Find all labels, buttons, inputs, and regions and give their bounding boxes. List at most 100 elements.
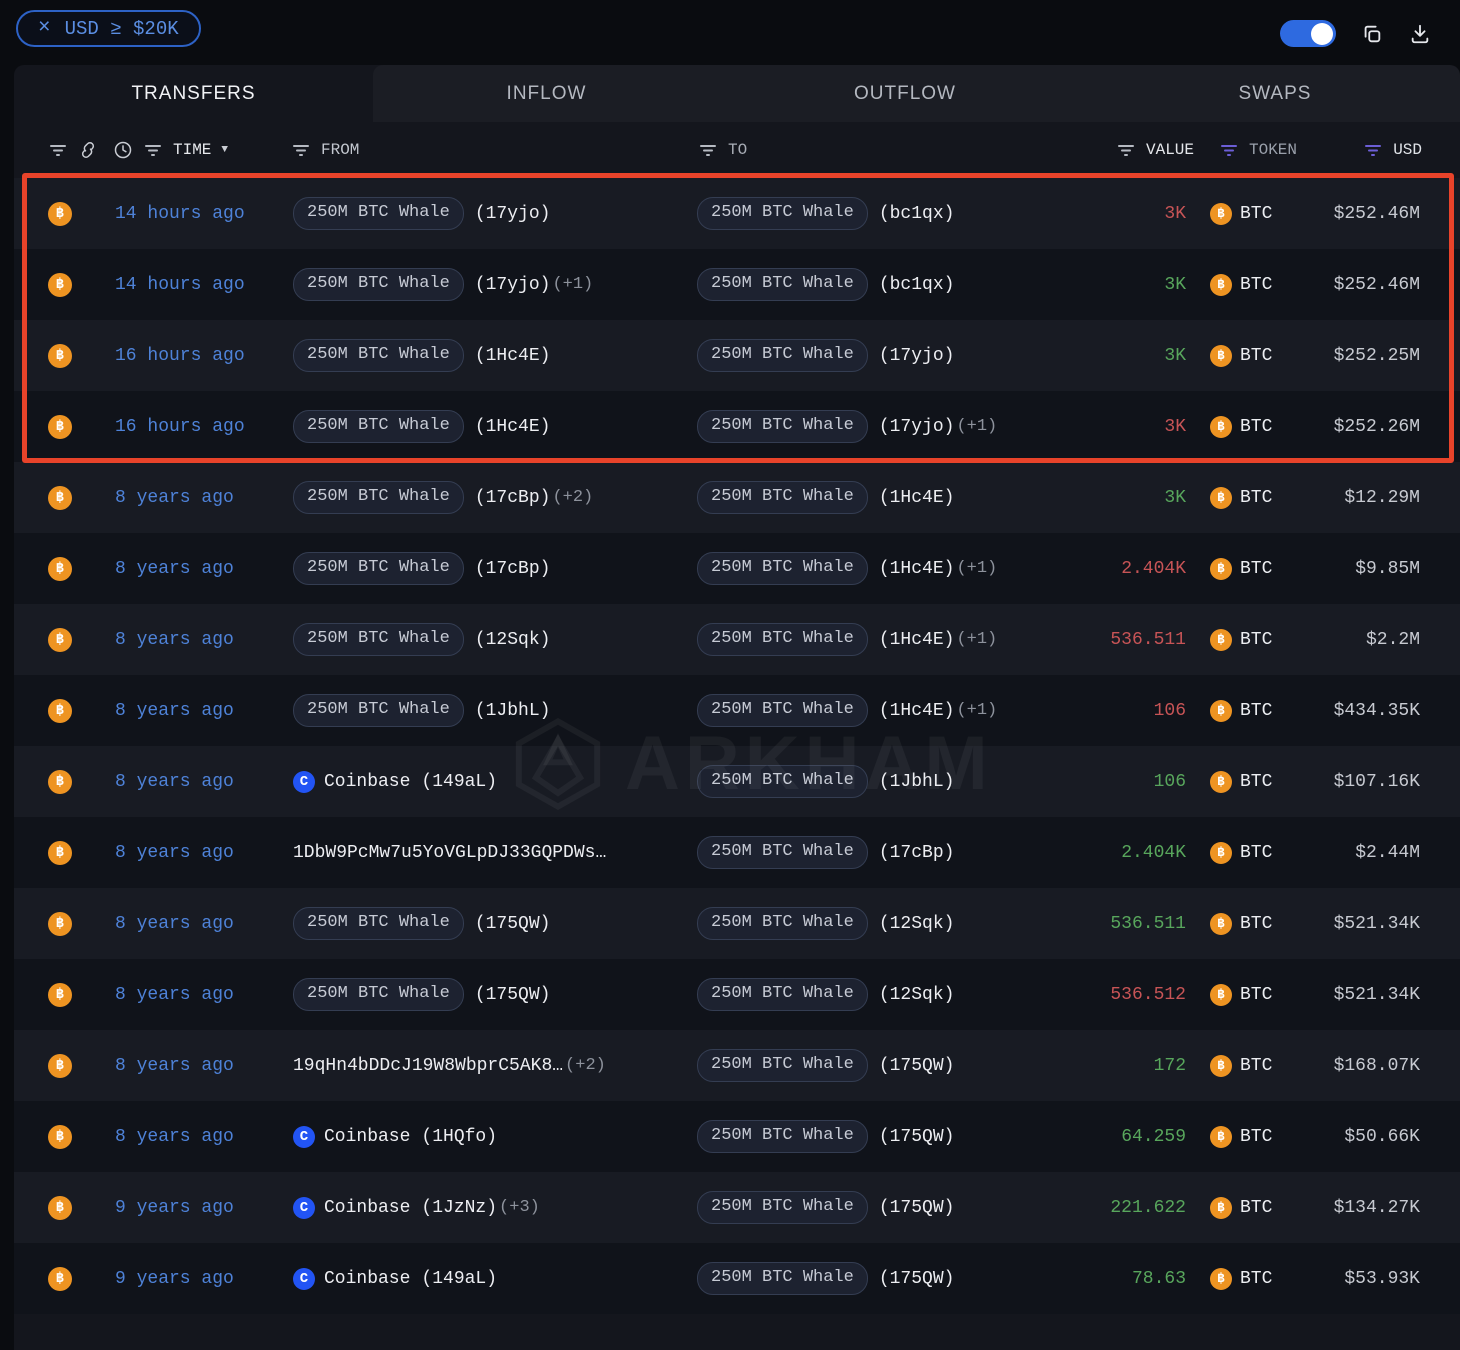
copy-icon[interactable] <box>1360 22 1384 46</box>
transfer-time-link[interactable]: 8 years ago <box>72 1056 293 1076</box>
table-row[interactable]: ฿8 years agoCCoinbase(149aL)250M BTC Wha… <box>14 746 1460 817</box>
address-link[interactable]: (175QW) <box>879 1198 955 1218</box>
filter-icon[interactable] <box>48 140 68 160</box>
address-link[interactable]: (1Hc4E) <box>879 630 955 650</box>
entity-pill[interactable]: 250M BTC Whale <box>293 552 464 584</box>
table-row[interactable]: ฿8 years ago19qHn4bDDcJ19W8WbprC5AK8…(+2… <box>14 1030 1460 1101</box>
transfer-time-link[interactable]: 14 hours ago <box>72 275 293 295</box>
entity-pill[interactable]: 250M BTC Whale <box>697 1049 868 1081</box>
transfer-time-link[interactable]: 8 years ago <box>72 914 293 934</box>
transfer-time-link[interactable]: 9 years ago <box>72 1198 293 1218</box>
entity-pill[interactable]: 250M BTC Whale <box>697 623 868 655</box>
address-link[interactable]: (12Sqk) <box>879 985 955 1005</box>
transfer-time-link[interactable]: 8 years ago <box>72 1127 293 1147</box>
entity-label[interactable]: Coinbase <box>324 1127 410 1147</box>
address-link[interactable]: (1JbhL) <box>879 772 955 792</box>
address-link[interactable]: (175QW) <box>879 1056 955 1076</box>
column-header-time[interactable]: TIME <box>173 141 211 159</box>
usd-filter-chip[interactable]: × USD ≥ $20K <box>16 10 201 47</box>
entity-label[interactable]: Coinbase <box>324 1198 410 1218</box>
entity-pill[interactable]: 250M BTC Whale <box>293 907 464 939</box>
address-link[interactable]: (bc1qx) <box>879 204 955 224</box>
transfer-time-link[interactable]: 16 hours ago <box>72 417 293 437</box>
address-link[interactable]: (149aL) <box>421 1269 497 1289</box>
chip-close-icon[interactable]: × <box>38 18 51 39</box>
clock-icon[interactable] <box>113 140 133 160</box>
address-link[interactable]: (1JzNz) <box>421 1198 497 1218</box>
column-header-usd[interactable]: USD <box>1393 141 1422 159</box>
table-row[interactable]: ฿8 years ago1DbW9PcMw7u5YoVGLpDJ33GQPDWs… <box>14 817 1460 888</box>
tab-inflow[interactable]: INFLOW <box>373 65 720 122</box>
filter-icon[interactable] <box>1219 140 1239 160</box>
address-link[interactable]: (175QW) <box>475 985 551 1005</box>
transfer-time-link[interactable]: 8 years ago <box>72 488 293 508</box>
address-link[interactable]: (175QW) <box>879 1269 955 1289</box>
column-header-to[interactable]: TO <box>728 141 747 159</box>
transfer-time-link[interactable]: 8 years ago <box>72 772 293 792</box>
address-link[interactable]: (bc1qx) <box>879 275 955 295</box>
address-link[interactable]: (175QW) <box>475 914 551 934</box>
address-link[interactable]: (1HQfo) <box>421 1127 497 1147</box>
column-header-value[interactable]: VALUE <box>1146 141 1194 159</box>
address-link[interactable]: (1Hc4E) <box>475 417 551 437</box>
transfer-time-link[interactable]: 8 years ago <box>72 559 293 579</box>
entity-pill[interactable]: 250M BTC Whale <box>293 268 464 300</box>
table-row[interactable]: ฿16 hours ago250M BTC Whale(1Hc4E)250M B… <box>14 320 1460 391</box>
table-row[interactable]: ฿8 years ago250M BTC Whale(17cBp)(+2)250… <box>14 462 1460 533</box>
address-link[interactable]: (1Hc4E) <box>475 346 551 366</box>
entity-pill[interactable]: 250M BTC Whale <box>697 694 868 726</box>
table-row[interactable]: ฿8 years ago250M BTC Whale(175QW)250M BT… <box>14 959 1460 1030</box>
entity-pill[interactable]: 250M BTC Whale <box>697 1120 868 1152</box>
view-toggle[interactable] <box>1280 20 1336 47</box>
table-row[interactable]: ฿8 years ago250M BTC Whale(1JbhL)250M BT… <box>14 675 1460 746</box>
raw-address[interactable]: 1DbW9PcMw7u5YoVGLpDJ33GQPDWs… <box>293 843 606 863</box>
address-link[interactable]: (17yjo) <box>879 346 955 366</box>
entity-pill[interactable]: 250M BTC Whale <box>697 552 868 584</box>
entity-pill[interactable]: 250M BTC Whale <box>697 197 868 229</box>
filter-icon[interactable] <box>291 140 311 160</box>
entity-pill[interactable]: 250M BTC Whale <box>293 978 464 1010</box>
address-link[interactable]: (17yjo) <box>475 204 551 224</box>
table-row[interactable]: ฿9 years agoCCoinbase(149aL)250M BTC Wha… <box>14 1243 1460 1314</box>
download-icon[interactable] <box>1408 22 1432 46</box>
entity-pill[interactable]: 250M BTC Whale <box>293 197 464 229</box>
entity-pill[interactable]: 250M BTC Whale <box>697 481 868 513</box>
tab-transfers[interactable]: TRANSFERS <box>14 65 373 122</box>
address-link[interactable]: (1Hc4E) <box>879 701 955 721</box>
entity-pill[interactable]: 250M BTC Whale <box>697 410 868 442</box>
entity-pill[interactable]: 250M BTC Whale <box>293 694 464 726</box>
filter-icon[interactable] <box>698 140 718 160</box>
entity-pill[interactable]: 250M BTC Whale <box>697 836 868 868</box>
address-link[interactable]: (17yjo) <box>879 417 955 437</box>
address-link[interactable]: (149aL) <box>421 772 497 792</box>
address-link[interactable]: (12Sqk) <box>475 630 551 650</box>
table-row[interactable]: ฿9 years agoCCoinbase(1JzNz)(+3)250M BTC… <box>14 1172 1460 1243</box>
filter-icon[interactable] <box>1363 140 1383 160</box>
table-row[interactable]: ฿8 years ago250M BTC Whale(175QW)250M BT… <box>14 888 1460 959</box>
entity-pill[interactable]: 250M BTC Whale <box>697 907 868 939</box>
address-link[interactable]: (17yjo) <box>475 275 551 295</box>
table-row[interactable]: ฿8 years ago250M BTC Whale(17cBp)250M BT… <box>14 533 1460 604</box>
table-row[interactable]: ฿8 years ago250M BTC Whale(12Sqk)250M BT… <box>14 604 1460 675</box>
entity-label[interactable]: Coinbase <box>324 772 410 792</box>
entity-pill[interactable]: 250M BTC Whale <box>697 765 868 797</box>
tab-swaps[interactable]: SWAPS <box>1090 65 1460 122</box>
filter-icon[interactable] <box>1116 140 1136 160</box>
entity-pill[interactable]: 250M BTC Whale <box>293 339 464 371</box>
filter-icon[interactable] <box>143 140 163 160</box>
address-link[interactable]: (1Hc4E) <box>879 488 955 508</box>
address-link[interactable]: (1Hc4E) <box>879 559 955 579</box>
table-row[interactable]: ฿14 hours ago250M BTC Whale(17yjo)(+1)25… <box>14 249 1460 320</box>
table-row[interactable]: ฿14 hours ago250M BTC Whale(17yjo)250M B… <box>14 178 1460 249</box>
address-link[interactable]: (17cBp) <box>879 843 955 863</box>
entity-pill[interactable]: 250M BTC Whale <box>293 410 464 442</box>
chevron-down-icon[interactable]: ▼ <box>221 144 228 156</box>
entity-pill[interactable]: 250M BTC Whale <box>697 978 868 1010</box>
transfer-time-link[interactable]: 14 hours ago <box>72 204 293 224</box>
entity-pill[interactable]: 250M BTC Whale <box>697 339 868 371</box>
transfer-time-link[interactable]: 9 years ago <box>72 1269 293 1289</box>
address-link[interactable]: (175QW) <box>879 1127 955 1147</box>
entity-pill[interactable]: 250M BTC Whale <box>697 1262 868 1294</box>
transfer-time-link[interactable]: 8 years ago <box>72 985 293 1005</box>
table-row[interactable]: ฿8 years agoCCoinbase(1HQfo)250M BTC Wha… <box>14 1101 1460 1172</box>
